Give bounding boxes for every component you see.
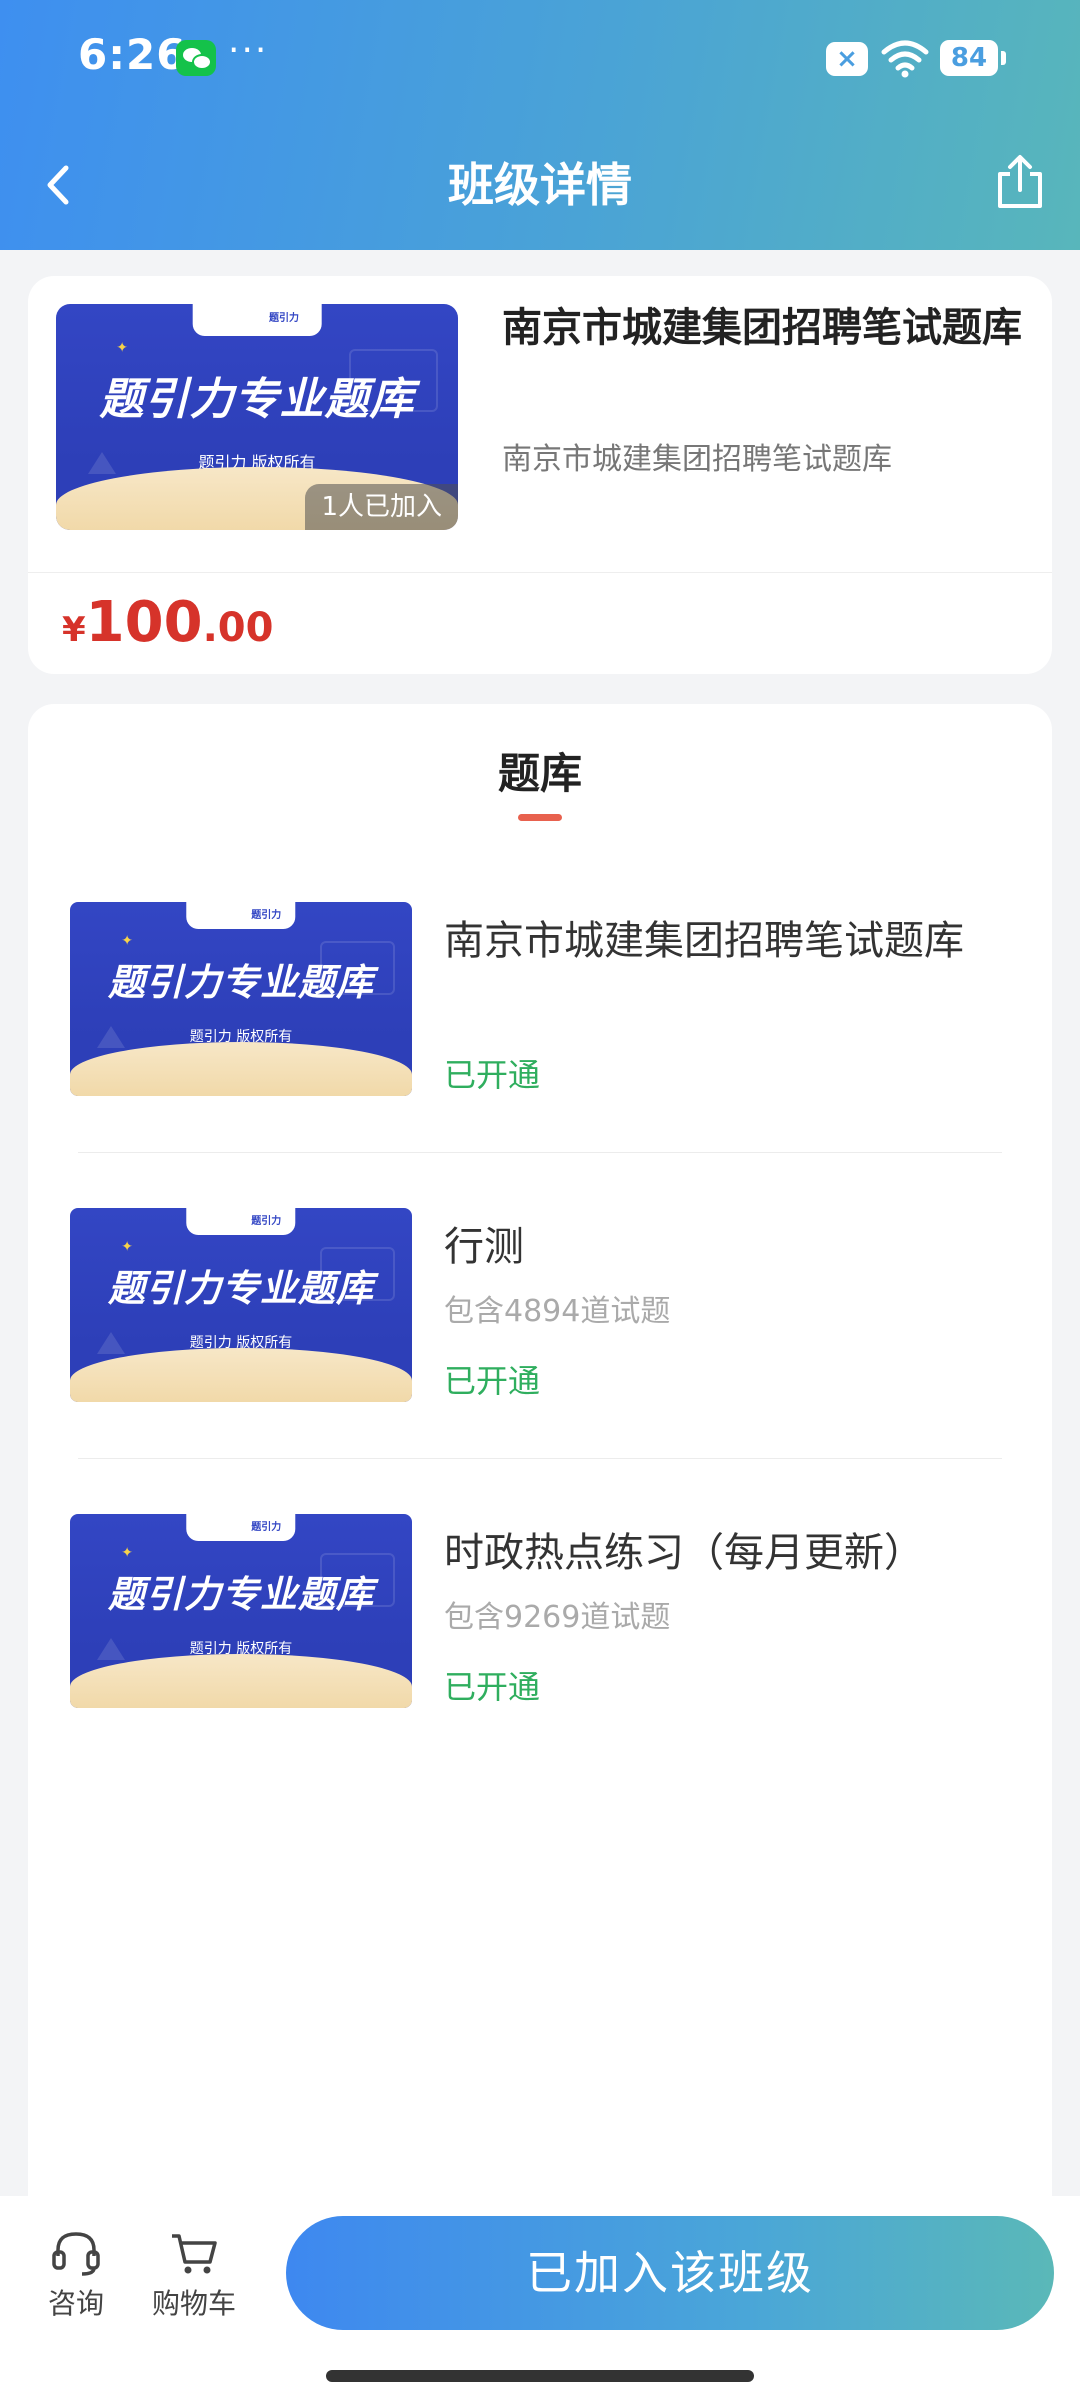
cover-logo: 题引力: [251, 1215, 282, 1227]
battery-indicator: 84: [940, 40, 1006, 76]
header: 6:26 ··· × 84 班级详情: [0, 0, 1080, 250]
joined-class-button[interactable]: 已加入该班级: [286, 2216, 1054, 2330]
bank-item[interactable]: 题引力 ✦ 题引力专业题库 题引力 版权所有 南京市城建集团招聘笔试题库 已开通: [28, 902, 1052, 1102]
section-tab-indicator: [518, 814, 562, 821]
bank-status: 已开通: [444, 1668, 541, 1706]
cover-headline: 题引力专业题库: [99, 373, 415, 425]
cover-headline: 题引力专业题库: [108, 1573, 374, 1617]
cover-headline: 题引力专业题库: [108, 1267, 374, 1311]
cart-button[interactable]: 购物车: [146, 2230, 242, 2322]
cover-wave: [70, 1041, 412, 1096]
cover-headline: 题引力专业题库: [108, 961, 374, 1005]
shopping-cart-icon: [172, 2234, 217, 2274]
class-subtitle: 南京市城建集团招聘笔试题库: [502, 442, 892, 477]
divider: [28, 572, 1052, 573]
consult-button[interactable]: 咨询: [44, 2230, 108, 2322]
page-title: 班级详情: [448, 158, 632, 212]
star-icon: ✦: [121, 1239, 134, 1256]
divider: [78, 1152, 1002, 1153]
bank-question-count: 包含9269道试题: [444, 1600, 671, 1635]
cover-wave: [70, 1653, 412, 1708]
cover-logo: 题引力: [269, 312, 300, 324]
cart-label: 购物车: [151, 2287, 236, 2320]
bank-name: 行测: [444, 1224, 524, 1270]
bank-status: 已开通: [444, 1056, 541, 1094]
bank-item[interactable]: 题引力 ✦ 题引力专业题库 题引力 版权所有 时政热点练习（每月更新） 包含92…: [28, 1514, 1052, 1714]
status-time: 6:26: [78, 30, 187, 79]
class-card: 题引力 ✦ 题引力专业题库 题引力 版权所有 1人已加入 南京市城建集团招聘笔试…: [28, 276, 1052, 674]
consult-label: 咨询: [47, 2287, 104, 2320]
more-notifications-icon: ···: [228, 30, 269, 71]
cover-wave: [70, 1347, 412, 1402]
question-bank-section: 题库 题引力 ✦ 题引力专业题库 题引力 版权所有 南京市城建集团招聘笔试题库 …: [28, 704, 1052, 2204]
section-title[interactable]: 题库: [28, 740, 1052, 801]
price-currency: ¥: [62, 610, 86, 650]
joined-count-badge: 1人已加入: [305, 484, 458, 530]
star-icon: ✦: [121, 1545, 134, 1562]
bank-item[interactable]: 题引力 ✦ 题引力专业题库 题引力 版权所有 行测 包含4894道试题 已开通: [28, 1208, 1052, 1408]
price-integer: 100: [85, 590, 203, 655]
cover-logo: 题引力: [251, 909, 282, 921]
class-title: 南京市城建集团招聘笔试题库: [502, 305, 1022, 351]
star-icon: ✦: [116, 340, 129, 357]
divider: [78, 1458, 1002, 1459]
bank-cover-image: 题引力 ✦ 题引力专业题库 题引力 版权所有: [70, 1208, 412, 1402]
wechat-icon: [176, 40, 216, 76]
share-button[interactable]: [990, 150, 1050, 214]
home-indicator: [326, 2370, 754, 2382]
price-decimal: .00: [202, 605, 274, 651]
headset-icon: [52, 2232, 100, 2276]
class-cover-image: 题引力 ✦ 题引力专业题库 题引力 版权所有 1人已加入: [56, 304, 458, 530]
class-price: ¥100.00: [62, 578, 273, 681]
cover-logo: 题引力: [251, 1521, 282, 1533]
bank-status: 已开通: [444, 1362, 541, 1400]
bank-name: 南京市城建集团招聘笔试题库: [444, 918, 964, 964]
bottom-action-bar: 咨询 购物车 已加入该班级: [0, 2196, 1080, 2400]
bank-cover-image: 题引力 ✦ 题引力专业题库 题引力 版权所有: [70, 902, 412, 1096]
wifi-icon: [881, 40, 929, 78]
bank-question-count: 包含4894道试题: [444, 1294, 671, 1329]
cover-logo-tab: [192, 304, 322, 336]
star-icon: ✦: [121, 933, 134, 950]
bank-cover-image: 题引力 ✦ 题引力专业题库 题引力 版权所有: [70, 1514, 412, 1708]
no-sim-icon: ×: [826, 42, 868, 76]
bank-name: 时政热点练习（每月更新）: [444, 1530, 924, 1576]
